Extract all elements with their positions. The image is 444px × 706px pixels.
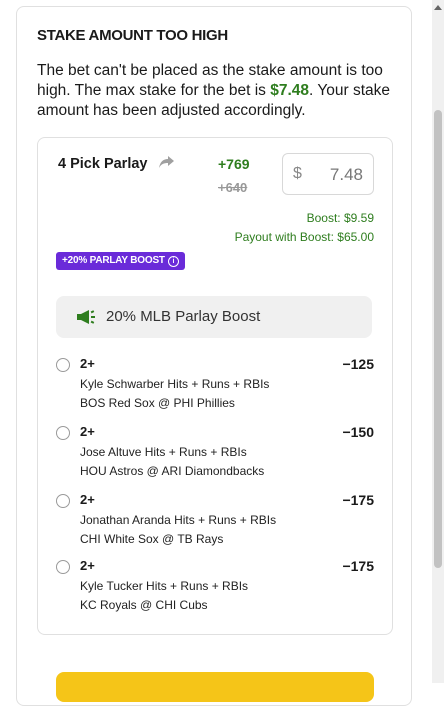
leg-odds: −175 xyxy=(342,492,374,508)
leg-radio[interactable] xyxy=(56,426,70,440)
leg-line: 2+ xyxy=(80,356,95,371)
leg-odds: −125 xyxy=(342,356,374,372)
parlay-leg: 2+ −150 Jose Altuve Hits + Runs + RBIs H… xyxy=(56,424,374,482)
share-icon[interactable] xyxy=(158,154,176,170)
leg-line: 2+ xyxy=(80,558,95,573)
stake-input-box[interactable]: $ xyxy=(282,153,374,195)
alert-title: STAKE AMOUNT TOO HIGH xyxy=(37,27,228,44)
boosted-odds: +769 xyxy=(218,156,250,172)
original-odds: +640 xyxy=(218,180,248,195)
leg-line: 2+ xyxy=(80,492,95,507)
leg-player: Kyle Tucker Hits + Runs + RBIs xyxy=(80,579,249,593)
stake-alert-card: STAKE AMOUNT TOO HIGH The bet can't be p… xyxy=(16,6,412,706)
info-icon[interactable]: i xyxy=(167,255,179,267)
leg-odds: −150 xyxy=(342,424,374,440)
payout-with-boost: Payout with Boost: $65.00 xyxy=(234,230,374,244)
leg-player: Jose Altuve Hits + Runs + RBIs xyxy=(80,445,247,459)
place-bet-button[interactable] xyxy=(56,672,374,702)
scrollbar-thumb[interactable] xyxy=(434,110,442,568)
parlay-leg: 2+ −175 Kyle Tucker Hits + Runs + RBIs K… xyxy=(56,558,374,616)
leg-game: KC Royals @ CHI Cubs xyxy=(80,598,208,612)
leg-player: Jonathan Aranda Hits + Runs + RBIs xyxy=(80,513,277,527)
megaphone-icon xyxy=(77,310,95,324)
alert-message: The bet can't be placed as the stake amo… xyxy=(37,61,397,121)
leg-radio[interactable] xyxy=(56,560,70,574)
leg-game: HOU Astros @ ARI Diamondbacks xyxy=(80,464,265,478)
leg-odds: −175 xyxy=(342,558,374,574)
leg-line: 2+ xyxy=(80,424,95,439)
max-stake-amount: $7.48 xyxy=(270,82,309,99)
parlay-boost-badge[interactable]: +20% PARLAY BOOST i xyxy=(56,252,185,270)
leg-player: Kyle Schwarber Hits + Runs + RBIs xyxy=(80,377,270,391)
parlay-leg: 2+ −125 Kyle Schwarber Hits + Runs + RBI… xyxy=(56,356,374,414)
promo-text: 20% MLB Parlay Boost xyxy=(106,308,261,325)
scroll-up-arrow-icon[interactable] xyxy=(434,4,442,10)
boost-amount: Boost: $9.59 xyxy=(306,211,374,225)
boost-badge-label: +20% PARLAY BOOST xyxy=(62,255,165,266)
promo-banner: 20% MLB Parlay Boost xyxy=(56,296,372,338)
stake-input[interactable] xyxy=(301,160,365,190)
leg-radio[interactable] xyxy=(56,494,70,508)
leg-radio[interactable] xyxy=(56,358,70,372)
parlay-bet-card: 4 Pick Parlay +769 +640 $ Boost: $9.59 P… xyxy=(37,137,393,635)
leg-game: BOS Red Sox @ PHI Phillies xyxy=(80,396,235,410)
parlay-leg: 2+ −175 Jonathan Aranda Hits + Runs + RB… xyxy=(56,492,374,550)
parlay-title: 4 Pick Parlay xyxy=(58,156,148,172)
leg-game: CHI White Sox @ TB Rays xyxy=(80,532,224,546)
